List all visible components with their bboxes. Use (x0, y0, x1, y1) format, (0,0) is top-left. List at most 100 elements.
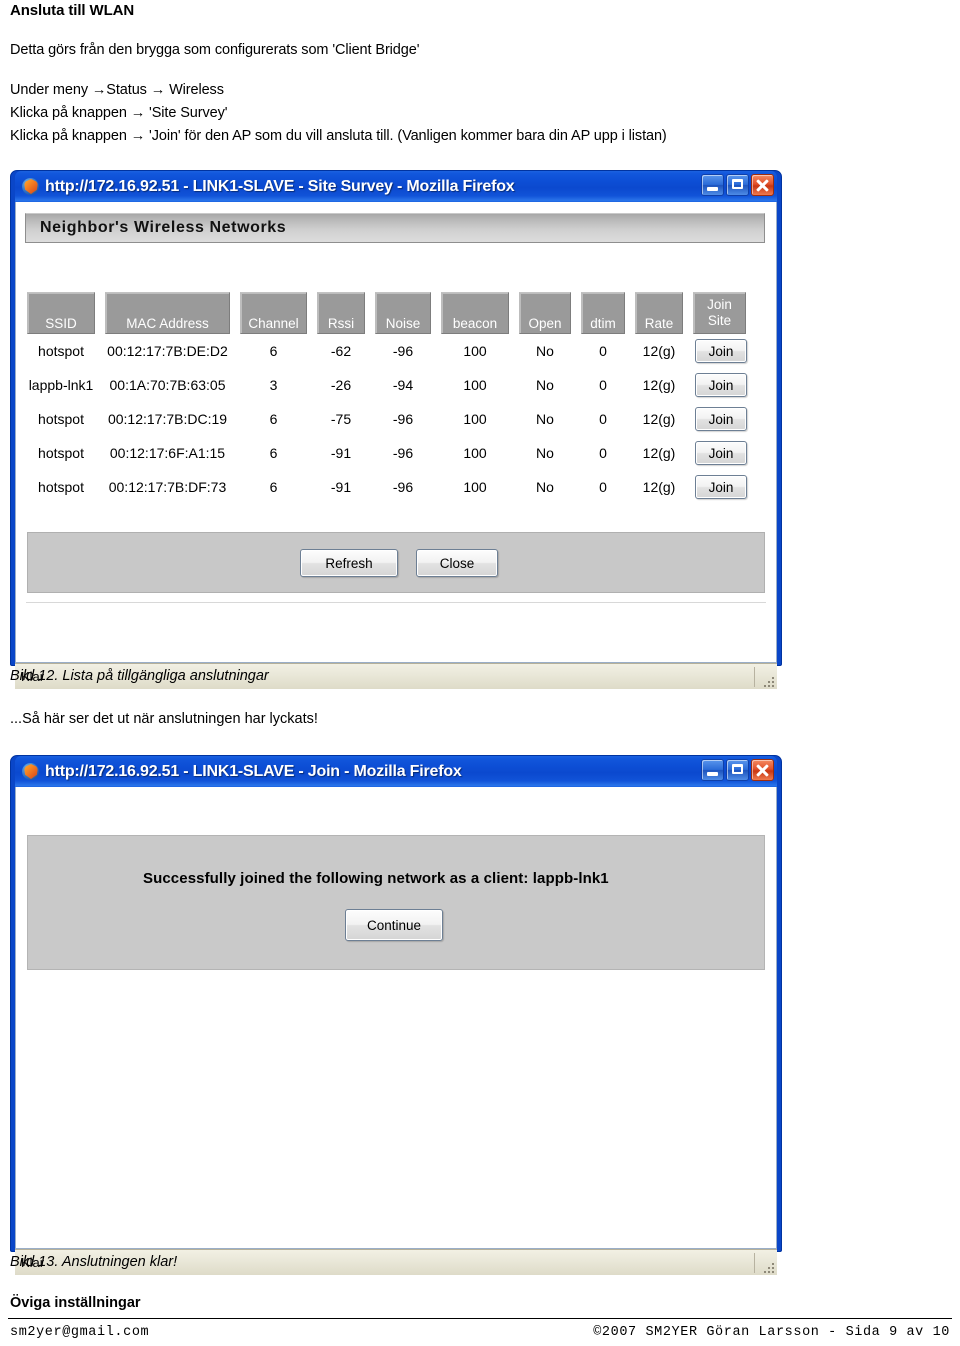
footer-copyright: ©2007 SM2YER Göran Larsson - Sida 9 av 1… (593, 1325, 950, 1340)
window-title-site-survey: http://172.16.92.51 - LINK1-SLAVE - Site… (45, 177, 515, 195)
cell-rate: 12(g) (642, 445, 676, 461)
cell-channel: 6 (269, 411, 278, 427)
join-button[interactable]: Join (695, 373, 747, 397)
cell-mac: 00:1A:70:7B:63:05 (109, 377, 226, 393)
cell-ssid: hotspot (38, 445, 84, 461)
cell-rate: 12(g) (642, 479, 676, 495)
step-line-site-survey: Klicka på knappen → 'Site Survey' (10, 105, 228, 121)
figure-caption-13: Bild 13. Anslutningen klar! (10, 1254, 178, 1270)
cell-ssid: hotspot (38, 479, 84, 495)
join-button[interactable]: Join (695, 407, 747, 431)
window-title-join: http://172.16.92.51 - LINK1-SLAVE - Join… (45, 762, 462, 780)
column-header-open: Open (519, 292, 571, 334)
cell-channel: 6 (269, 479, 278, 495)
cell-rssi: -91 (330, 445, 352, 461)
intro-line: Detta görs från den brygga som configure… (10, 42, 420, 58)
footer-email: sm2yer@gmail.com (10, 1325, 150, 1340)
resize-grip[interactable] (759, 672, 774, 687)
join-success-message: Successfully joined the following networ… (143, 870, 609, 887)
footer-divider (8, 1318, 952, 1319)
cell-open: No (536, 411, 554, 427)
minimize-icon[interactable] (701, 174, 724, 196)
cell-channel: 6 (269, 343, 278, 359)
join-button[interactable]: Join (695, 339, 747, 363)
cell-dtim: 0 (599, 445, 607, 461)
maximize-icon[interactable] (726, 174, 749, 196)
cell-open: No (536, 377, 554, 393)
titlebar-join[interactable]: http://172.16.92.51 - LINK1-SLAVE - Join… (15, 756, 777, 787)
cell-open: No (536, 445, 554, 461)
figure-caption-12: Bild 12. Lista på tillgängliga anslutnin… (10, 668, 269, 684)
cell-dtim: 0 (599, 377, 607, 393)
cell-ssid: hotspot (38, 411, 84, 427)
cell-beacon: 100 (463, 445, 487, 461)
column-header-beacon: beacon (441, 292, 509, 334)
cell-channel: 6 (269, 445, 278, 461)
resize-grip[interactable] (759, 1258, 774, 1273)
window-controls-site-survey[interactable] (701, 174, 774, 196)
close-button[interactable]: Close (416, 549, 498, 577)
step-line-menu: Under meny →Status → Wireless (10, 82, 224, 98)
cell-dtim: 0 (599, 411, 607, 427)
column-header-channel: Channel (240, 292, 307, 334)
cell-rate: 12(g) (642, 343, 676, 359)
firefox-window-join[interactable]: http://172.16.92.51 - LINK1-SLAVE - Join… (10, 755, 782, 1275)
column-header-ssid: SSID (27, 292, 95, 334)
close-icon[interactable] (751, 759, 774, 781)
column-header-noise: Noise (375, 292, 431, 334)
cell-rate: 12(g) (642, 377, 676, 393)
status-separator (754, 667, 755, 687)
cell-noise: -96 (392, 445, 414, 461)
success-intro-line: ...Så här ser det ut när anslutningen ha… (10, 711, 318, 727)
close-icon[interactable] (751, 174, 774, 196)
join-site-header-line1: Join (707, 297, 732, 312)
column-header-mac-address: MAC Address (105, 292, 230, 334)
cell-mac: 00:12:17:6F:A1:15 (109, 445, 226, 461)
refresh-button[interactable]: Refresh (300, 549, 398, 577)
cell-rate: 12(g) (642, 411, 676, 427)
cell-mac: 00:12:17:7B:DE:D2 (107, 343, 228, 359)
status-separator (754, 1253, 755, 1273)
cell-noise: -94 (392, 377, 414, 393)
step-line-join: Klicka på knappen → 'Join' för den AP so… (10, 128, 667, 144)
firefox-window-site-survey[interactable]: http://172.16.92.51 - LINK1-SLAVE - Site… (10, 170, 782, 689)
cell-beacon: 100 (463, 411, 487, 427)
cell-noise: -96 (392, 343, 414, 359)
content-divider (26, 602, 766, 603)
cell-beacon: 100 (463, 343, 487, 359)
page-title: Ansluta till WLAN (10, 2, 135, 19)
browser-content-join: Successfully joined the following networ… (15, 787, 777, 1249)
cell-open: No (536, 479, 554, 495)
cell-dtim: 0 (599, 479, 607, 495)
cell-beacon: 100 (463, 479, 487, 495)
column-header-join-site: Join Site (693, 292, 746, 334)
continue-button[interactable]: Continue (345, 909, 443, 941)
cell-beacon: 100 (463, 377, 487, 393)
firefox-icon (21, 762, 40, 781)
cell-rssi: -91 (330, 479, 352, 495)
cell-mac: 00:12:17:7B:DF:73 (108, 479, 227, 495)
cell-open: No (536, 343, 554, 359)
cell-mac: 00:12:17:7B:DC:19 (107, 411, 228, 427)
cell-rssi: -75 (330, 411, 352, 427)
column-header-rssi: Rssi (317, 292, 365, 334)
join-button[interactable]: Join (695, 475, 747, 499)
titlebar-site-survey[interactable]: http://172.16.92.51 - LINK1-SLAVE - Site… (15, 171, 777, 202)
cell-noise: -96 (392, 411, 414, 427)
column-header-rate: Rate (635, 292, 683, 334)
cell-rssi: -26 (330, 377, 352, 393)
window-controls-join[interactable] (701, 759, 774, 781)
join-site-header-line2: Site (707, 313, 732, 328)
cell-rssi: -62 (330, 343, 352, 359)
column-header-dtim: dtim (581, 292, 625, 334)
cell-dtim: 0 (599, 343, 607, 359)
panel-banner-neighbors: Neighbor's Wireless Networks (25, 213, 765, 243)
firefox-icon (21, 177, 40, 196)
cell-noise: -96 (392, 479, 414, 495)
section-heading-ovriga: Öviga inställningar (10, 1295, 141, 1311)
join-button[interactable]: Join (695, 441, 747, 465)
maximize-icon[interactable] (726, 759, 749, 781)
cell-ssid: lappb-lnk1 (28, 377, 94, 393)
join-result-panel (27, 835, 765, 970)
minimize-icon[interactable] (701, 759, 724, 781)
